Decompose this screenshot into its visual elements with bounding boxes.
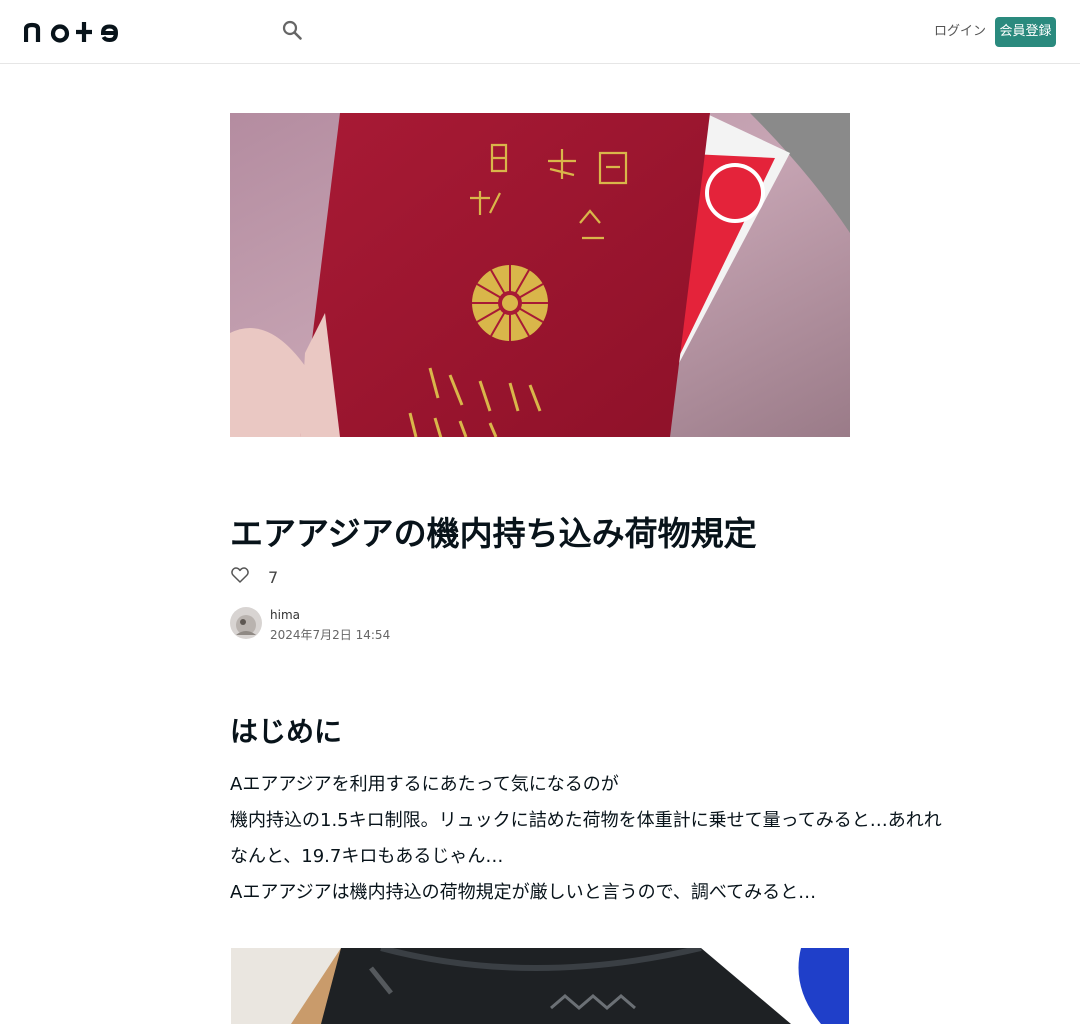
paragraph: Aエアアジアを利用するにあたって気になるのが	[230, 774, 619, 795]
search-icon	[281, 19, 303, 45]
post-date: 2024年7月2日 14:54	[270, 628, 391, 642]
signup-button[interactable]: 会員登録	[995, 17, 1056, 47]
hero-image	[230, 113, 850, 437]
author-name[interactable]: hima	[270, 608, 300, 622]
avatar[interactable]	[230, 607, 262, 639]
article-image	[231, 948, 849, 1024]
like-count: 7	[268, 567, 279, 587]
note-logo[interactable]	[23, 20, 124, 44]
heart-icon	[230, 565, 250, 589]
article-title: エアアジアの機内持ち込み荷物規定	[230, 514, 757, 553]
paragraph: Aエアアジアは機内持込の荷物規定が厳しいと言うので、調べてみると…	[230, 882, 817, 903]
paragraph: 機内持込の1.5キロ制限。リュックに詰めた荷物を体重計に乗せて量ってみると…あれ…	[230, 810, 942, 831]
section-heading: はじめに	[230, 715, 343, 748]
site-header: ログイン 会員登録	[0, 0, 1080, 64]
paragraph: なんと、19.7キロもあるじゃん…	[230, 846, 504, 867]
article-body: Aエアアジアを利用するにあたって気になるのが 機内持込の1.5キロ制限。リュック…	[230, 767, 942, 911]
like-button[interactable]: 7	[230, 566, 278, 588]
login-link[interactable]: ログイン	[924, 20, 996, 44]
search-button[interactable]	[279, 19, 305, 45]
